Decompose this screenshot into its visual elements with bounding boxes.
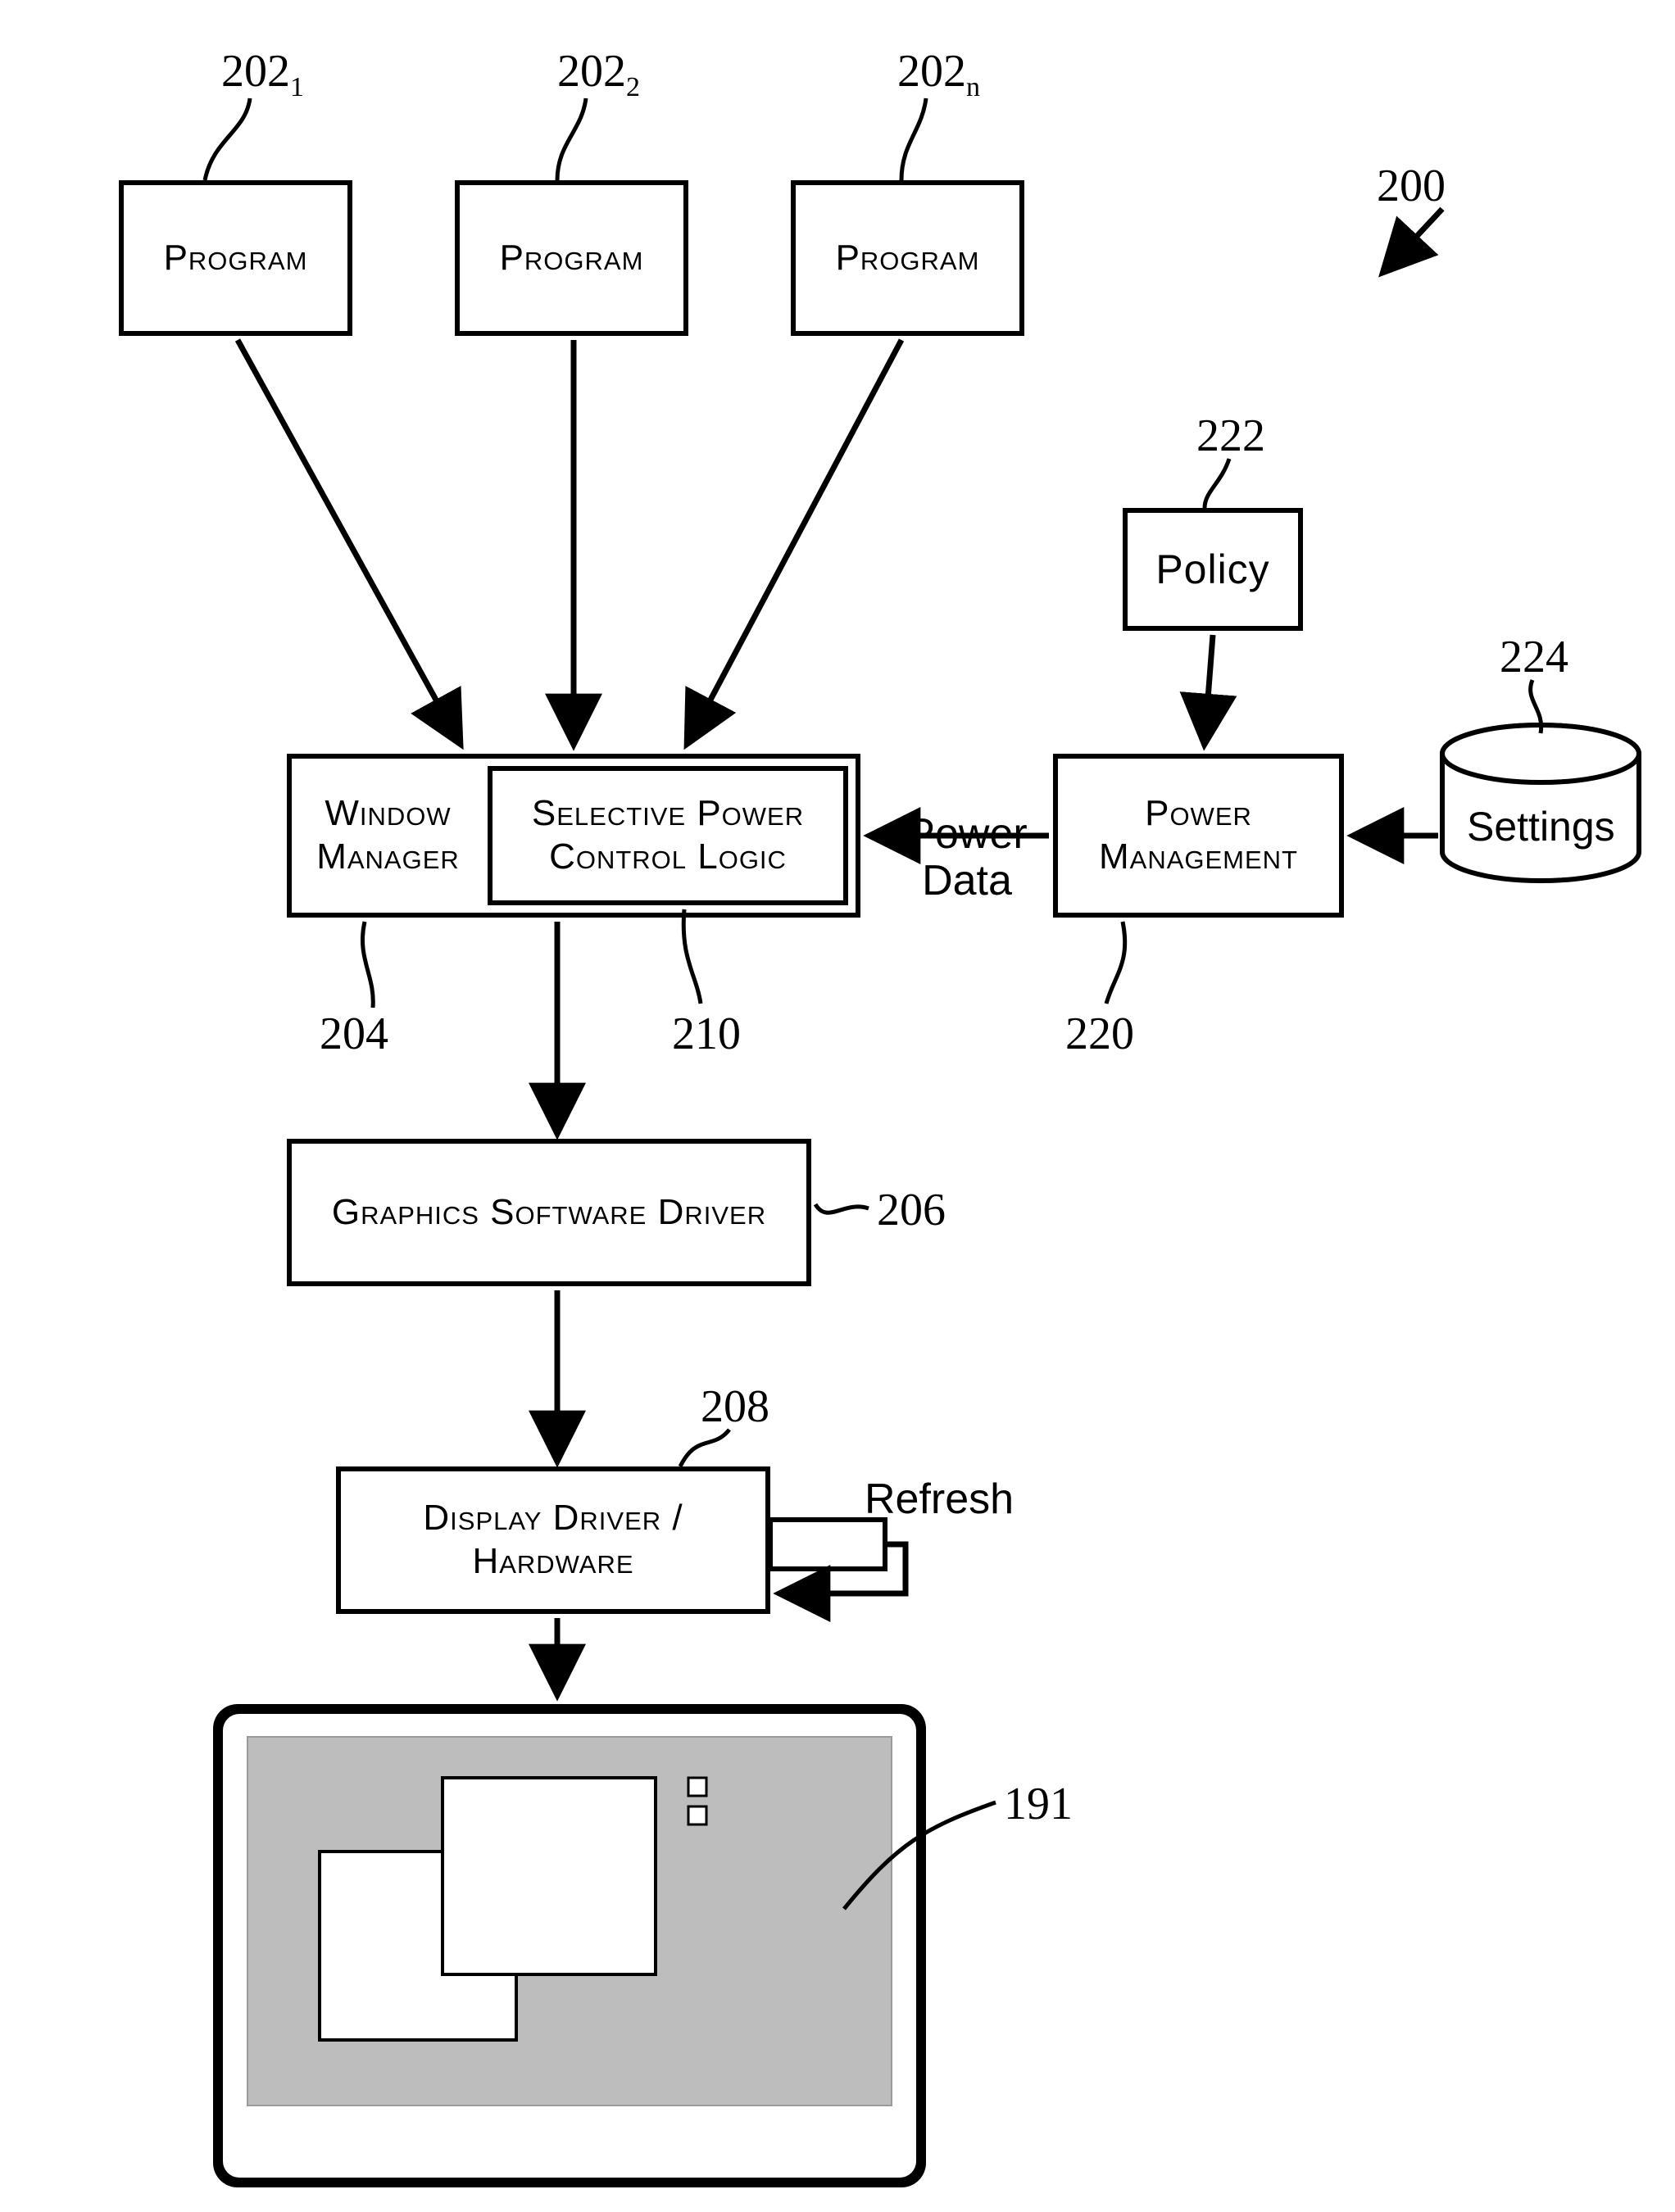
arrows-layer xyxy=(0,0,1675,2151)
diagram-stage: 2021 2022 202n 200 Program Program Progr… xyxy=(0,0,1675,2151)
